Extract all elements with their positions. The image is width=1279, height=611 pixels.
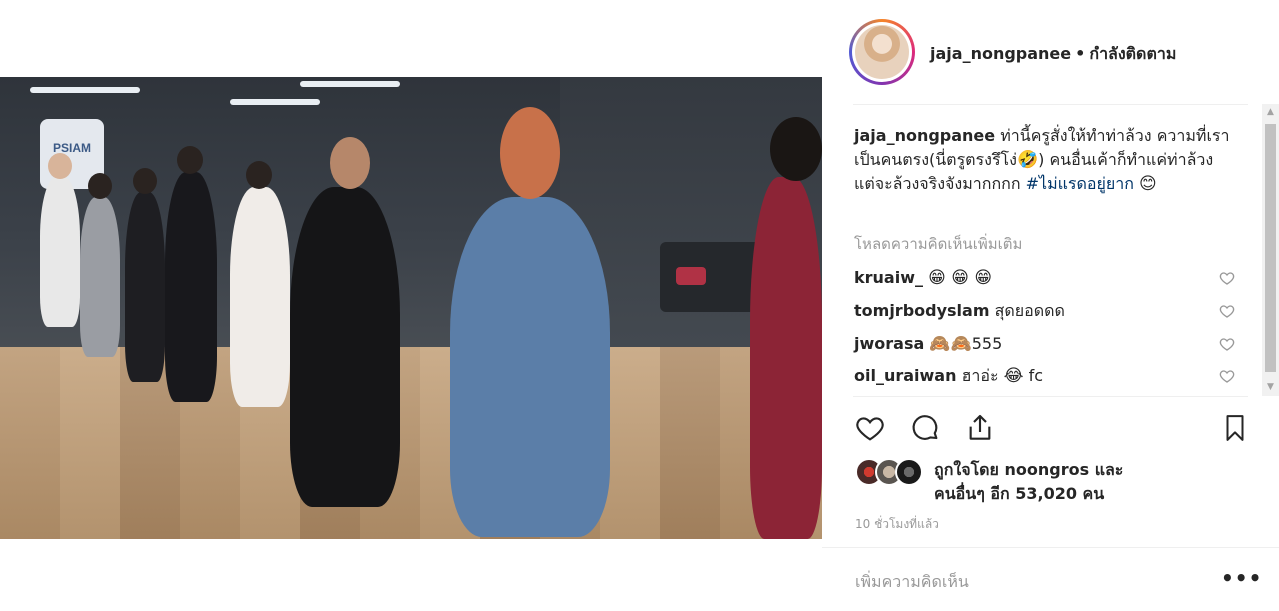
dancer bbox=[290, 137, 400, 507]
load-more-comments-button[interactable]: โหลดความคิดเห็นเพิ่มเติม bbox=[854, 232, 1022, 256]
rofl-emoji-icon: 🤣 bbox=[1016, 150, 1039, 170]
dancer bbox=[40, 153, 80, 327]
hashtag-link[interactable]: #ไม่แรดอยู่ยาก bbox=[1026, 174, 1134, 193]
dancer-head bbox=[330, 137, 370, 189]
caption: jaja_nongpanee ท่านี้ครูสั่งให้ทำท่าล้วง… bbox=[854, 124, 1234, 196]
like-button[interactable] bbox=[853, 410, 887, 446]
comment-username[interactable]: kruaiw_ bbox=[854, 268, 923, 287]
bookmark-icon bbox=[1226, 415, 1244, 441]
comments-section: jaja_nongpanee ท่านี้ครูสั่งให้ทำท่าล้วง… bbox=[853, 104, 1248, 396]
save-button[interactable] bbox=[1218, 410, 1252, 446]
post-timestamp[interactable]: 10 ชั่วโมงที่แล้ว bbox=[855, 515, 939, 534]
comments-scrollbar[interactable]: ▲ ▼ bbox=[1262, 104, 1279, 396]
following-button[interactable]: กำลังติดตาม bbox=[1089, 44, 1176, 63]
media-panel: PSIAM bbox=[0, 0, 822, 611]
actions-divider bbox=[853, 396, 1248, 397]
comment-like-heart-icon[interactable] bbox=[1219, 336, 1235, 352]
dancer-head bbox=[177, 146, 203, 174]
comment-text: ฮาอ่ะ bbox=[961, 366, 999, 385]
post-header: jaja_nongpanee • กำลังติดตาม bbox=[822, 0, 1279, 104]
scroll-up-arrow-icon[interactable]: ▲ bbox=[1262, 104, 1279, 121]
avatar[interactable] bbox=[855, 25, 909, 79]
dancer-head bbox=[48, 153, 72, 179]
share-upload-icon bbox=[969, 414, 991, 440]
ceiling-light bbox=[230, 99, 320, 105]
ceiling-light bbox=[30, 87, 140, 93]
dancer bbox=[125, 168, 165, 382]
more-options-icon[interactable]: ••• bbox=[1221, 566, 1262, 590]
dancer bbox=[230, 161, 290, 407]
comment-suffix: fc bbox=[1028, 366, 1044, 385]
dancer bbox=[750, 117, 822, 539]
pillow bbox=[676, 267, 706, 285]
see-no-evil-monkey-emoji-icon: 🙈🙈 bbox=[929, 334, 972, 354]
comment-text: 555 bbox=[971, 334, 1003, 353]
likes-line2: คนอื่นๆ อีก 53,020 คน bbox=[934, 484, 1105, 503]
comment-like-heart-icon[interactable] bbox=[1219, 270, 1235, 286]
likes-section: ถูกใจโดย noongros และ คนอื่นๆ อีก 53,020… bbox=[855, 456, 1235, 506]
dancer-head bbox=[133, 168, 157, 194]
likes-line1: ถูกใจโดย noongros และ bbox=[934, 460, 1124, 479]
smile-emoji-icon: 😊 bbox=[1139, 174, 1157, 194]
liker-avatars bbox=[855, 458, 935, 486]
share-button[interactable] bbox=[963, 410, 997, 446]
ceiling-light bbox=[300, 81, 400, 87]
comment-text: สุดยอดดด bbox=[994, 301, 1065, 320]
dancer-head bbox=[246, 161, 272, 189]
video-player[interactable]: PSIAM bbox=[0, 77, 822, 539]
dancer-head bbox=[88, 173, 112, 199]
comment-button[interactable] bbox=[908, 410, 942, 446]
comment-like-heart-icon[interactable] bbox=[1219, 303, 1235, 319]
caption-username[interactable]: jaja_nongpanee bbox=[854, 126, 995, 145]
comment-row: oil_uraiwan ฮาอ่ะ 😂 fc bbox=[854, 364, 1235, 388]
story-ring[interactable] bbox=[849, 19, 915, 85]
liker-avatar[interactable] bbox=[895, 458, 923, 486]
header-separator: • bbox=[1075, 44, 1086, 63]
comment-row: kruaiw_ 😁 😁 😁 bbox=[854, 266, 1235, 290]
likes-count-text[interactable]: ถูกใจโดย noongros และ คนอื่นๆ อีก 53,020… bbox=[934, 458, 1123, 506]
sofa bbox=[660, 242, 760, 312]
scroll-thumb[interactable] bbox=[1265, 124, 1276, 372]
add-comment-input[interactable]: เพิ่มความคิดเห็น bbox=[855, 570, 969, 595]
grin-emoji-icon: 😁 😁 😁 bbox=[928, 268, 993, 288]
dancer bbox=[80, 173, 120, 357]
speech-bubble-icon bbox=[912, 415, 938, 440]
comment-username[interactable]: tomjrbodyslam bbox=[854, 301, 990, 320]
laughing-emoji-icon: 😂 bbox=[1003, 366, 1024, 386]
dancer bbox=[450, 107, 610, 537]
dancer-head bbox=[770, 117, 822, 181]
avatar-frame bbox=[852, 22, 912, 82]
dancer bbox=[165, 146, 217, 402]
comment-username[interactable]: oil_uraiwan bbox=[854, 366, 957, 385]
comment-like-heart-icon[interactable] bbox=[1219, 368, 1235, 384]
floor-shade bbox=[0, 347, 822, 539]
bottom-divider bbox=[822, 547, 1279, 548]
scroll-down-arrow-icon[interactable]: ▼ bbox=[1262, 379, 1279, 396]
header-text: jaja_nongpanee • กำลังติดตาม bbox=[930, 42, 1176, 67]
comment-row: jworasa 🙈🙈555 bbox=[854, 332, 1235, 356]
heart-outline-icon bbox=[856, 417, 884, 441]
action-bar bbox=[853, 410, 1248, 446]
header-username[interactable]: jaja_nongpanee bbox=[930, 44, 1071, 63]
comment-username[interactable]: jworasa bbox=[854, 334, 924, 353]
dancer-head bbox=[500, 107, 560, 199]
comment-row: tomjrbodyslam สุดยอดดด bbox=[854, 299, 1235, 323]
